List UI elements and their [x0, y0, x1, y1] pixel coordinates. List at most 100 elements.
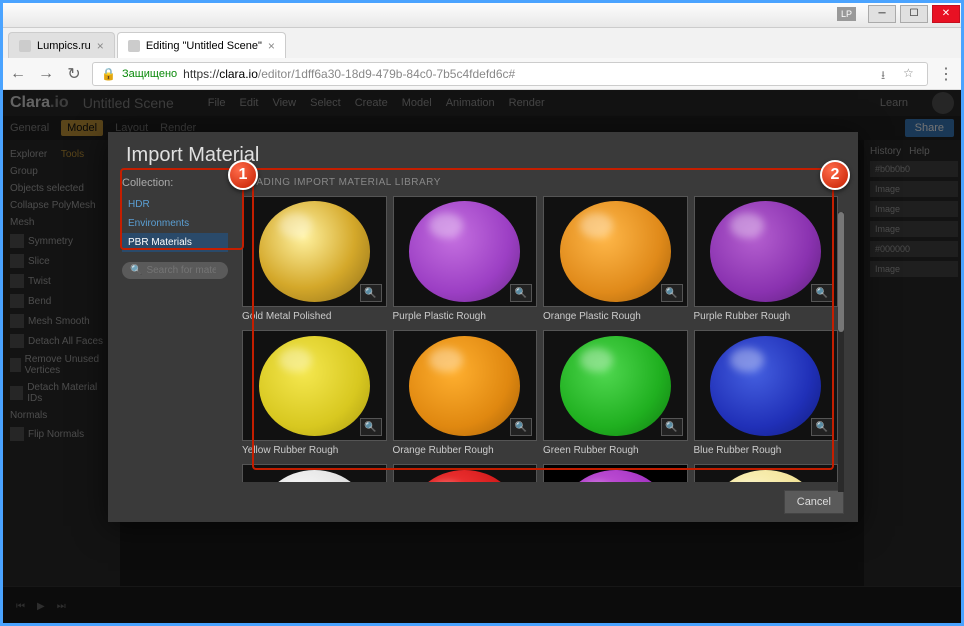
menu-learn[interactable]: Learn [880, 97, 908, 109]
material-card[interactable]: 🔍Green Rubber Rough [543, 330, 688, 458]
zoom-icon[interactable]: 🔍 [510, 418, 532, 436]
list-item[interactable]: Mesh Smooth [6, 311, 114, 331]
maximize-button[interactable]: ☐ [900, 5, 928, 23]
left-panel: Explorer Tools Group Objects selected Co… [0, 140, 120, 626]
menu-render[interactable]: Render [509, 97, 545, 109]
material-card[interactable]: 🔍Blue Rubber Rough [694, 330, 839, 458]
timeline[interactable]: ⏮ ▶ ⏭ [0, 586, 964, 626]
zoom-icon[interactable]: 🔍 [811, 284, 833, 302]
list-item[interactable]: Collapse PolyMesh [6, 197, 114, 214]
close-window-button[interactable]: ✕ [932, 5, 960, 23]
url-text: https://clara.io/editor/1dff6a30-18d9-47… [183, 67, 515, 81]
list-item[interactable]: Detach Material IDs [6, 379, 114, 407]
tool-icon [10, 358, 21, 372]
menu-model[interactable]: Model [402, 97, 432, 109]
list-item: Normals [6, 407, 114, 424]
material-card[interactable]: 🔍Orange Plastic Rough [543, 196, 688, 324]
user-avatar-icon[interactable] [932, 92, 954, 114]
material-name: Purple Plastic Rough [393, 307, 538, 324]
close-tab-icon[interactable]: × [268, 39, 275, 53]
material-sphere-icon [560, 470, 671, 482]
callout-badge-1: 1 [228, 160, 258, 190]
search-input[interactable]: 🔍 [122, 262, 228, 279]
material-card[interactable]: 🔍 Yellow Rubber Rough [242, 330, 387, 458]
menu-file[interactable]: File [208, 97, 226, 109]
material-card[interactable]: 🔍Gold Metal Polished [242, 196, 387, 324]
list-item[interactable]: Bend [6, 291, 114, 311]
cancel-button[interactable]: Cancel [784, 490, 844, 514]
browser-menu-button[interactable]: ⋮ [936, 64, 956, 84]
list-item[interactable]: Symmetry [6, 231, 114, 251]
tool-icon [10, 334, 24, 348]
material-card[interactable]: 🔍 [694, 464, 839, 482]
material-card[interactable]: 🔍 [543, 464, 688, 482]
color-swatch[interactable]: #b0b0b0 [870, 161, 958, 177]
scene-name: Untitled Scene [83, 95, 174, 111]
tab-help[interactable]: Help [909, 146, 930, 157]
property-row[interactable]: Image [870, 201, 958, 217]
material-card[interactable]: 🔍 Orange Rubber Rough [393, 330, 538, 458]
list-item[interactable]: Twist [6, 271, 114, 291]
list-item[interactable]: Group [6, 163, 114, 180]
collection-pbr-materials[interactable]: PBR Materials [122, 233, 228, 252]
search-field[interactable] [146, 265, 216, 276]
list-item[interactable]: Objects selected [6, 180, 114, 197]
address-bar: ← → ↻ 🔒 Защищено https://clara.io/editor… [0, 58, 964, 90]
reload-button[interactable]: ↻ [64, 64, 84, 84]
url-input[interactable]: 🔒 Защищено https://clara.io/editor/1dff6… [92, 62, 928, 86]
property-row[interactable]: Image [870, 181, 958, 197]
property-row[interactable]: Image [870, 261, 958, 277]
material-name: Orange Rubber Rough [393, 441, 538, 458]
tab-label: Editing "Untitled Scene" [146, 40, 262, 52]
menu-create[interactable]: Create [355, 97, 388, 109]
scrollbar[interactable] [838, 212, 844, 492]
collection-hdr[interactable]: HDR [122, 195, 228, 214]
zoom-icon[interactable]: 🔍 [661, 284, 683, 302]
tab-history[interactable]: History [870, 146, 901, 157]
minimize-button[interactable]: ─ [868, 5, 896, 23]
menu-edit[interactable]: Edit [240, 97, 259, 109]
tab-explorer[interactable]: Explorer [10, 149, 47, 160]
list-item[interactable]: Detach All Faces [6, 331, 114, 351]
skip-forward-icon[interactable]: ⏭ [57, 601, 66, 612]
list-item[interactable]: Flip Normals [6, 424, 114, 444]
skip-back-icon[interactable]: ⏮ [16, 601, 25, 612]
material-card[interactable]: 🔍 Purple Plastic Rough [393, 196, 538, 324]
color-swatch[interactable]: #000000 [870, 241, 958, 257]
favicon-icon [128, 40, 140, 52]
close-tab-icon[interactable]: × [97, 39, 104, 53]
browser-tab[interactable]: Lumpics.ru × [8, 32, 115, 58]
forward-button[interactable]: → [36, 64, 56, 84]
menu-view[interactable]: View [272, 97, 296, 109]
zoom-icon[interactable]: 🔍 [661, 418, 683, 436]
browser-tab-active[interactable]: Editing "Untitled Scene" × [117, 32, 286, 58]
property-row[interactable]: Image [870, 221, 958, 237]
collection-environments[interactable]: Environments [122, 214, 228, 233]
material-name: Yellow Rubber Rough [242, 441, 387, 458]
material-card[interactable]: 🔍Purple Rubber Rough [694, 196, 839, 324]
callout-badge-2: 2 [820, 160, 850, 190]
menu-animation[interactable]: Animation [446, 97, 495, 109]
tab-label: Lumpics.ru [37, 40, 91, 52]
list-item[interactable]: Remove Unused Vertices [6, 351, 114, 379]
star-icon[interactable]: ☆ [903, 66, 919, 82]
zoom-icon[interactable]: 🔍 [360, 418, 382, 436]
app-header: Clara.io Untitled Scene File Edit View S… [0, 90, 964, 116]
zoom-icon[interactable]: 🔍 [510, 284, 532, 302]
zoom-icon[interactable]: 🔍 [811, 418, 833, 436]
zoom-icon[interactable]: 🔍 [360, 284, 382, 302]
modal-sidebar: Collection: HDR Environments PBR Materia… [122, 177, 228, 482]
material-card[interactable]: 🔍 [242, 464, 387, 482]
modal-title: Import Material [108, 132, 858, 177]
list-item[interactable]: Slice [6, 251, 114, 271]
back-button[interactable]: ← [8, 64, 28, 84]
tb-general[interactable]: General [10, 122, 49, 134]
share-button[interactable]: Share [905, 119, 954, 137]
menu-select[interactable]: Select [310, 97, 341, 109]
loading-label: LOADING IMPORT MATERIAL LIBRARY [236, 177, 844, 188]
tb-model[interactable]: Model [61, 120, 103, 136]
tab-tools[interactable]: Tools [61, 149, 84, 160]
material-card[interactable]: 🔍 [393, 464, 538, 482]
play-icon[interactable]: ▶ [37, 601, 45, 612]
translate-icon[interactable]: ⭳ [881, 66, 897, 82]
